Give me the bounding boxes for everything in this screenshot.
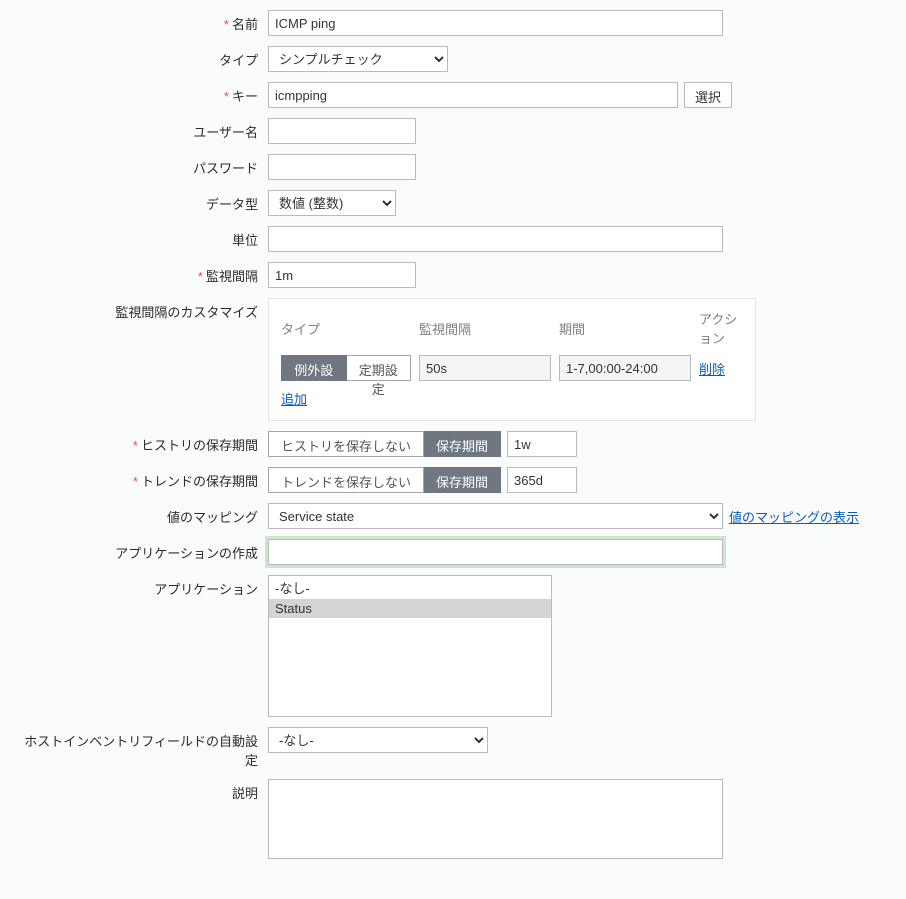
history-toggle: ヒストリを保存しない 保存期間	[268, 431, 501, 457]
row-unit: 単位	[20, 226, 886, 252]
row-app-create: アプリケーションの作成	[20, 539, 886, 565]
interval-row: 例外設定 定期設定 削除	[281, 355, 743, 381]
row-password: パスワード	[20, 154, 886, 180]
label-type: タイプ	[219, 53, 258, 68]
row-username: ユーザー名	[20, 118, 886, 144]
interval-value-input[interactable]	[419, 355, 551, 381]
label-datatype: データ型	[206, 197, 258, 212]
trend-off-button[interactable]: トレンドを保存しない	[268, 467, 424, 493]
label-applications: アプリケーション	[154, 582, 258, 597]
type-select[interactable]: シンプルチェック	[268, 46, 448, 72]
valuemap-select[interactable]: Service state	[268, 503, 723, 529]
password-input[interactable]	[268, 154, 416, 180]
interval-custom-box: タイプ 監視間隔 期間 アクション 例外設定 定期設定 削除 追加	[268, 298, 756, 421]
label-valuemap: 値のマッピング	[167, 510, 258, 525]
applications-list[interactable]: -なし- Status	[268, 575, 552, 717]
label-username: ユーザー名	[193, 125, 258, 140]
interval-delete-link[interactable]: 削除	[699, 359, 743, 378]
head-interval: 監視間隔	[419, 319, 551, 338]
label-unit: 単位	[232, 233, 258, 248]
row-key: *キー 選択	[20, 82, 886, 108]
inventory-select[interactable]: -なし-	[268, 727, 488, 753]
label-password: パスワード	[193, 161, 258, 176]
trend-toggle: トレンドを保存しない 保存期間	[268, 467, 501, 493]
label-name: 名前	[232, 17, 258, 32]
row-interval: *監視間隔	[20, 262, 886, 288]
row-valuemap: 値のマッピング Service state 値のマッピングの表示	[20, 503, 886, 529]
row-trend: *トレンドの保存期間 トレンドを保存しない 保存期間	[20, 467, 886, 493]
app-option-none[interactable]: -なし-	[269, 576, 551, 599]
key-select-button[interactable]: 選択	[684, 82, 732, 108]
seg-schedule[interactable]: 定期設定	[347, 355, 412, 381]
seg-exception[interactable]: 例外設定	[281, 355, 347, 381]
trend-on-button[interactable]: 保存期間	[424, 467, 501, 493]
interval-type-toggle: 例外設定 定期設定	[281, 355, 411, 381]
app-create-input[interactable]	[268, 539, 723, 565]
interval-add-link[interactable]: 追加	[281, 392, 307, 407]
row-applications: アプリケーション -なし- Status	[20, 575, 886, 717]
interval-input[interactable]	[268, 262, 416, 288]
label-trend: トレンドの保存期間	[141, 474, 258, 489]
head-type: タイプ	[281, 319, 411, 338]
app-option-status[interactable]: Status	[269, 599, 551, 618]
history-on-button[interactable]: 保存期間	[424, 431, 501, 457]
history-value-input[interactable]	[507, 431, 577, 457]
username-input[interactable]	[268, 118, 416, 144]
label-interval-custom: 監視間隔のカスタマイズ	[115, 305, 258, 320]
label-interval: 監視間隔	[206, 269, 258, 284]
datatype-select[interactable]: 数値 (整数)	[268, 190, 396, 216]
item-form: *名前 タイプ シンプルチェック *キー 選択 ユーザー名	[0, 0, 906, 899]
row-name: *名前	[20, 10, 886, 36]
label-description: 説明	[232, 786, 258, 801]
row-type: タイプ シンプルチェック	[20, 46, 886, 72]
name-input[interactable]	[268, 10, 723, 36]
row-description: 説明	[20, 779, 886, 859]
label-history: ヒストリの保存期間	[141, 438, 258, 453]
key-input[interactable]	[268, 82, 678, 108]
label-inventory: ホストインベントリフィールドの自動設定	[24, 734, 258, 768]
head-action: アクション	[699, 309, 743, 347]
unit-input[interactable]	[268, 226, 723, 252]
row-inventory: ホストインベントリフィールドの自動設定 -なし-	[20, 727, 886, 769]
description-textarea	[268, 779, 723, 859]
head-period: 期間	[559, 319, 691, 338]
show-valuemap-link[interactable]: 値のマッピングの表示	[729, 507, 859, 526]
row-history: *ヒストリの保存期間 ヒストリを保存しない 保存期間	[20, 431, 886, 457]
label-app-create: アプリケーションの作成	[115, 546, 258, 561]
label-key: キー	[232, 89, 258, 104]
row-datatype: データ型 数値 (整数)	[20, 190, 886, 216]
trend-value-input[interactable]	[507, 467, 577, 493]
row-interval-custom: 監視間隔のカスタマイズ タイプ 監視間隔 期間 アクション 例外設定 定期設定	[20, 298, 886, 421]
interval-period-input[interactable]	[559, 355, 691, 381]
history-off-button[interactable]: ヒストリを保存しない	[268, 431, 424, 457]
